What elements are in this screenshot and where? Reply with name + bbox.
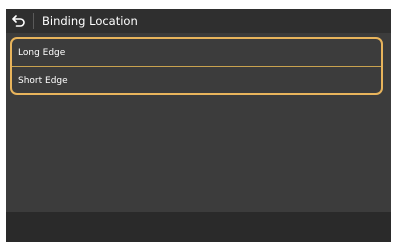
header-bar: Binding Location [6,9,391,33]
header-divider [33,13,34,29]
footer-bar [6,212,391,242]
option-short-edge[interactable]: Short Edge [12,68,381,93]
option-list: Long Edge Short Edge [10,37,383,95]
option-divider [12,66,381,67]
back-button[interactable] [6,9,32,33]
screen: Binding Location Long Edge Short Edge [6,9,391,242]
page-title: Binding Location [42,14,138,28]
back-arrow-icon [12,12,26,31]
option-long-edge[interactable]: Long Edge [12,40,381,66]
